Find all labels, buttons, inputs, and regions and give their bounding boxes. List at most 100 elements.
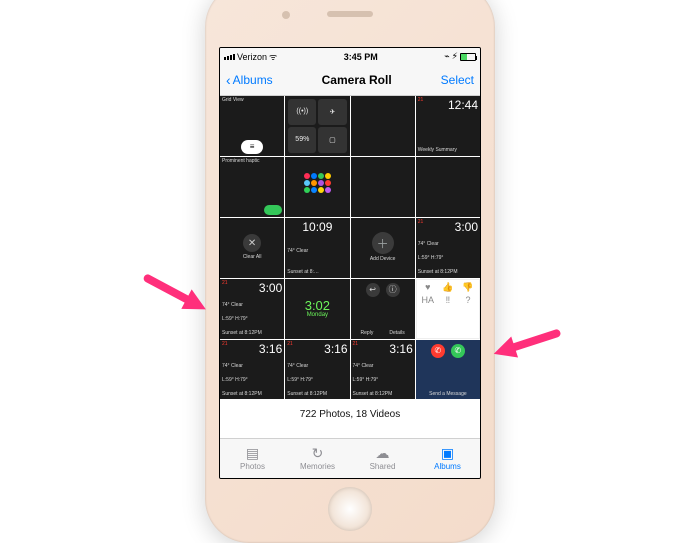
thumb-date: 21 xyxy=(222,281,228,295)
thumb-sunset: Sunset at 8:12PM xyxy=(418,270,478,276)
thumb-label: Add Device xyxy=(370,257,396,263)
thumb-time: 3:00 xyxy=(455,220,478,234)
tab-bar: ▤ Photos ↻ Memories ☁ Shared ▣ Albums xyxy=(220,438,480,478)
albums-icon: ▣ xyxy=(441,446,454,460)
photo-thumb[interactable]: ((•)) ✈ 59% ▢ xyxy=(285,96,349,156)
photo-thumb[interactable]: ✆ ✆ Send a Message xyxy=(416,340,480,399)
photo-thumb[interactable]: 21 3:16 74° Clear L:59° H:79° Sunset at … xyxy=(220,340,284,399)
thumb-text: Prominent haptic xyxy=(222,159,282,165)
battery-text: 59% xyxy=(288,127,316,153)
thumb-time: 12:44 xyxy=(448,98,478,112)
honeycomb-icon xyxy=(303,173,331,201)
photo-grid[interactable]: Grid View ≡ ((•)) ✈ 59% ▢ 21 12:44 Weekl… xyxy=(220,96,480,399)
thumb-time: 3:16 xyxy=(259,342,282,356)
thumb-hilo: L:59° H:79° xyxy=(353,378,413,384)
iphone-frame: Verizon ᯤ 3:45 PM ⌁ ⚡︎ ‹ Albums Camera R… xyxy=(205,0,495,543)
thumb-label: Send a Message xyxy=(418,392,478,398)
chevron-left-icon: ‹ xyxy=(226,73,231,87)
accept-call-icon: ✆ xyxy=(451,344,465,358)
thumb-hilo: L:59° H:79° xyxy=(418,256,478,262)
thumb-sunset: Sunset at 8:12PM xyxy=(222,392,282,398)
thumb-date: 21 xyxy=(222,342,228,356)
thumb-date: 21 xyxy=(418,98,424,112)
photo-thumb[interactable]: 21 3:00 74° Clear L:59° H:79° Sunset at … xyxy=(220,279,284,339)
back-button[interactable]: ‹ Albums xyxy=(226,73,273,87)
thumb-sunset: Sunset at 8:… xyxy=(287,270,347,276)
photo-thumb[interactable]: 21 3:16 74° Clear L:59° H:79° Sunset at … xyxy=(285,340,349,399)
annotation-arrow-right xyxy=(490,320,565,366)
plus-icon: ＋ xyxy=(372,232,394,254)
shared-icon: ☁ xyxy=(376,446,390,460)
photo-thumb[interactable]: ✕ Clear All xyxy=(220,218,284,278)
signal-icon xyxy=(224,54,235,60)
photo-thumb[interactable]: Prominent haptic xyxy=(220,157,284,217)
select-button[interactable]: Select xyxy=(441,73,474,87)
tab-label: Albums xyxy=(434,462,461,471)
thumb-label: Clear All xyxy=(243,255,262,261)
thumb-forecast: 74° Clear xyxy=(418,242,478,248)
info-icon: ⓘ xyxy=(386,283,400,297)
tab-label: Photos xyxy=(240,462,265,471)
thumb-subtitle: Weekly Summary xyxy=(418,148,478,154)
thumb-date: 21 xyxy=(287,342,293,356)
screen: Verizon ᯤ 3:45 PM ⌁ ⚡︎ ‹ Albums Camera R… xyxy=(219,47,481,479)
thumb-forecast: 74° Clear xyxy=(287,364,347,370)
tab-photos[interactable]: ▤ Photos xyxy=(220,439,285,478)
tab-albums[interactable]: ▣ Albums xyxy=(415,439,480,478)
photo-count-summary: 722 Photos, 18 Videos xyxy=(220,399,480,438)
reply-icon: ↩ xyxy=(366,283,380,297)
photo-thumb[interactable] xyxy=(285,157,349,217)
photo-thumb[interactable]: Grid View ≡ xyxy=(220,96,284,156)
thumb-sunset: Sunset at 8:12PM xyxy=(287,392,347,398)
photo-thumb[interactable]: 10:09 74° Clear Sunset at 8:… xyxy=(285,218,349,278)
photo-thumb[interactable]: ＋ Add Device xyxy=(351,218,415,278)
tab-label: Memories xyxy=(300,462,335,471)
thumb-sunset: Sunset at 8:12PM xyxy=(222,331,282,337)
tab-memories[interactable]: ↻ Memories xyxy=(285,439,350,478)
toggle-icon xyxy=(264,205,282,215)
carrier-label: Verizon xyxy=(237,52,267,62)
photo-thumb[interactable]: ♥👍👎 HA‼? xyxy=(416,279,480,339)
photo-thumb[interactable]: 3:02 Monday xyxy=(285,279,349,339)
battery-icon xyxy=(460,53,476,61)
photo-thumb[interactable]: 21 3:00 74° Clear L:59° H:79° Sunset at … xyxy=(416,218,480,278)
thumb-forecast: 74° Clear xyxy=(353,364,413,370)
thumb-details-label: Details xyxy=(389,331,404,337)
thumb-time: 3:00 xyxy=(259,281,282,295)
thumb-day: Monday xyxy=(305,312,330,318)
list-icon: ≡ xyxy=(241,140,263,154)
thumb-forecast: 74° Clear xyxy=(287,249,347,255)
wifi-icon: ᯤ xyxy=(269,50,277,63)
page-title: Camera Roll xyxy=(273,73,441,87)
thumb-forecast: 74° Clear xyxy=(222,364,282,370)
photo-thumb[interactable] xyxy=(416,157,480,217)
nav-bar: ‹ Albums Camera Roll Select xyxy=(220,66,480,96)
photo-thumb[interactable]: ↩ ⓘ Reply Details xyxy=(351,279,415,339)
thumb-date: 21 xyxy=(418,220,424,234)
home-button[interactable] xyxy=(328,487,372,531)
close-icon: ✕ xyxy=(243,234,261,252)
thumb-hilo: L:59° H:79° xyxy=(222,378,282,384)
photo-thumb[interactable] xyxy=(351,157,415,217)
photo-thumb[interactable]: 21 12:44 Weekly Summary xyxy=(416,96,480,156)
bluetooth-icon: ⌁ xyxy=(444,51,449,62)
phone-icon: ▢ xyxy=(318,127,346,153)
thumb-time: 10:09 xyxy=(287,220,347,234)
decline-call-icon: ✆ xyxy=(431,344,445,358)
thumb-time: 3:16 xyxy=(324,342,347,356)
photo-thumb[interactable]: 21 3:16 74° Clear L:59° H:79° Sunset at … xyxy=(351,340,415,399)
thumb-date: 21 xyxy=(353,342,359,356)
back-label: Albums xyxy=(233,73,273,87)
status-bar: Verizon ᯤ 3:45 PM ⌁ ⚡︎ xyxy=(220,48,480,66)
thumb-forecast: 74° Clear xyxy=(222,303,282,309)
tab-shared[interactable]: ☁ Shared xyxy=(350,439,415,478)
thumb-sunset: Sunset at 8:12PM xyxy=(353,392,413,398)
thumb-label: Grid View xyxy=(222,98,282,104)
thumb-hilo: L:59° H:79° xyxy=(222,317,282,323)
phone-speaker xyxy=(327,11,373,17)
tab-label: Shared xyxy=(370,462,396,471)
antenna-icon: ((•)) xyxy=(288,99,316,125)
thumb-reply-label: Reply xyxy=(361,331,374,337)
thumb-time: 3:02 xyxy=(305,299,330,312)
photo-thumb[interactable] xyxy=(351,96,415,156)
